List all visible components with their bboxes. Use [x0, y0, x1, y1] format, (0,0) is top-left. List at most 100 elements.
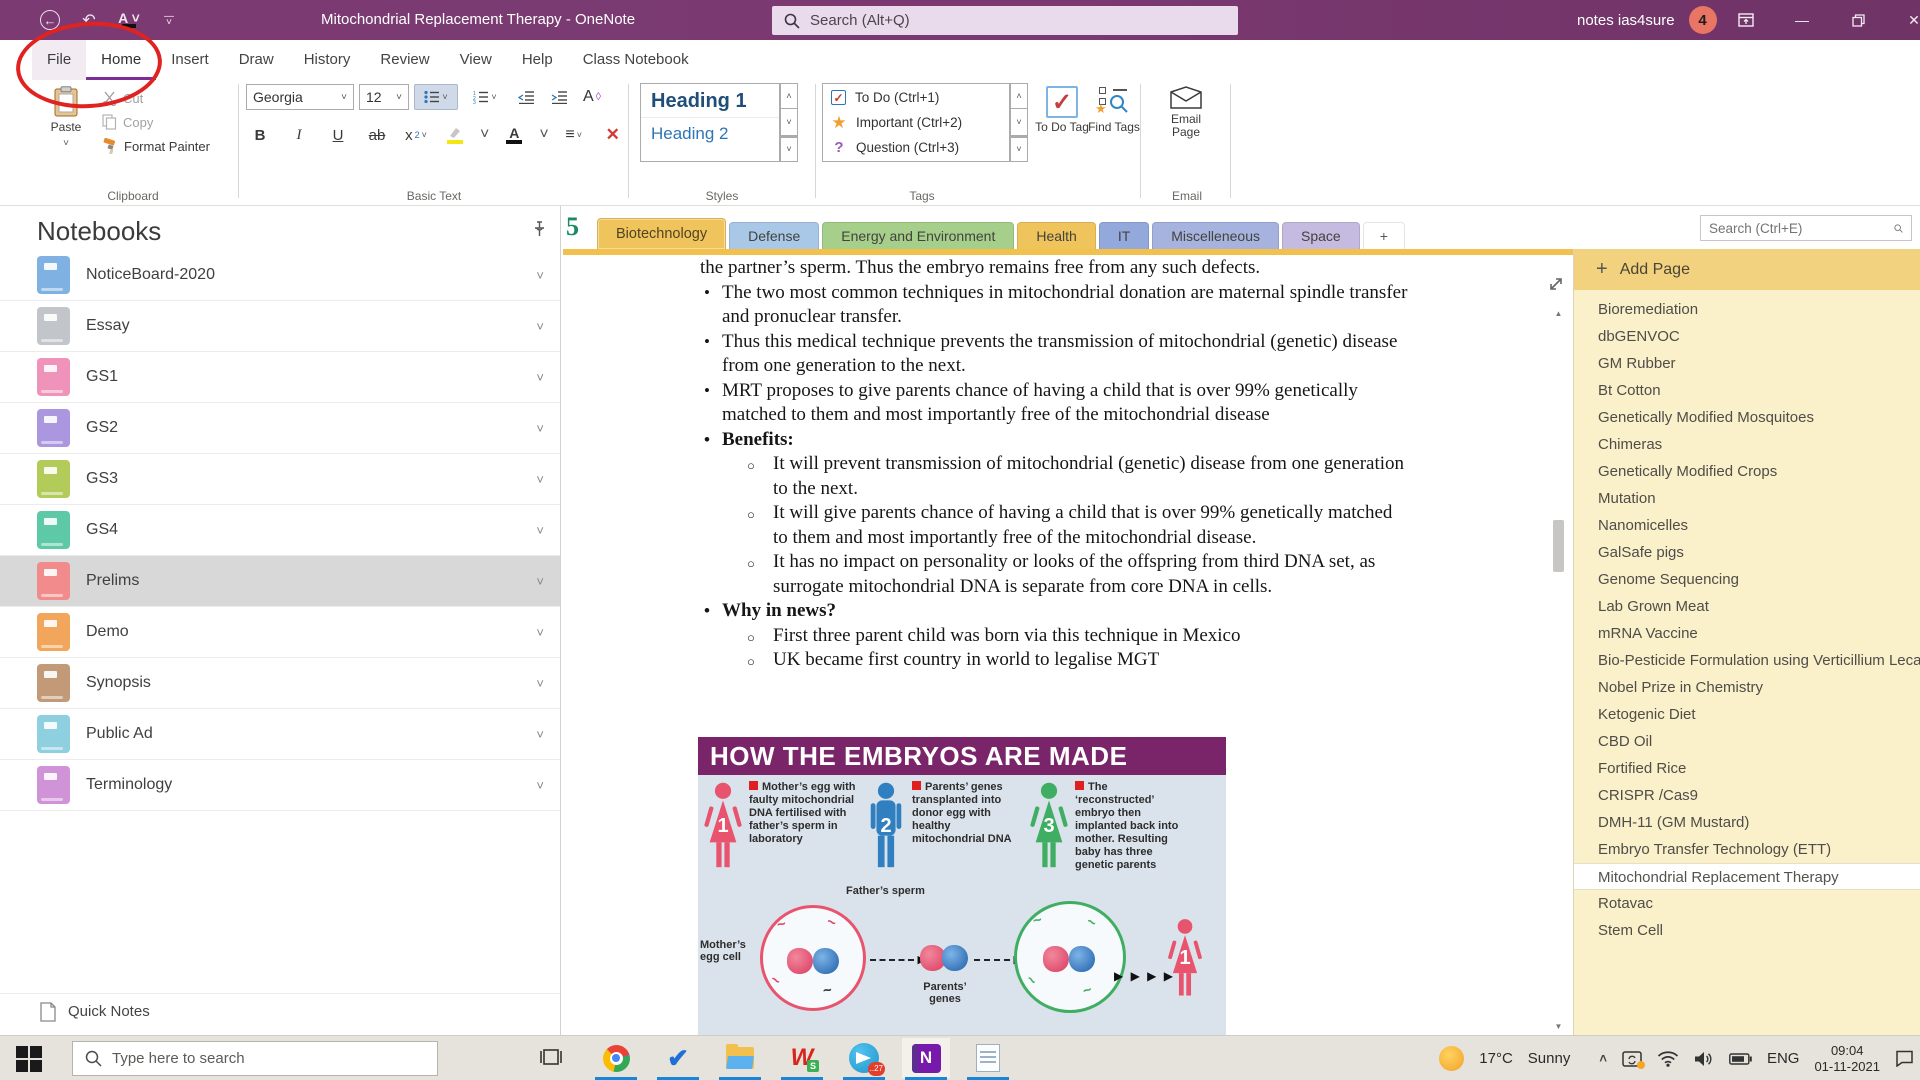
section-tab-defense[interactable]: Defense [729, 222, 819, 249]
notebook-item-public-ad[interactable]: Public Ad˅ [0, 709, 560, 760]
section-tab-biotechnology[interactable]: Biotechnology [597, 218, 726, 249]
pin-icon[interactable] [530, 220, 548, 238]
telegram-icon[interactable]: ..27 [840, 1038, 888, 1078]
page-list-item-bt-cotton[interactable]: Bt Cotton [1574, 377, 1920, 404]
notebook-item-gs2[interactable]: GS2˅ [0, 403, 560, 454]
format-painter-button[interactable]: Format Painter [102, 134, 210, 158]
notebook-item-gs1[interactable]: GS1˅ [0, 352, 560, 403]
page-list-item-bioremediation[interactable]: Bioremediation [1574, 296, 1920, 323]
chevron-down-icon[interactable]: ˅ [536, 319, 544, 334]
clear-formatting-button[interactable]: A◊ [578, 84, 606, 110]
underline-button[interactable]: U [324, 122, 352, 148]
ribbon-tab-home[interactable]: Home [86, 40, 156, 80]
quick-notes-button[interactable]: Quick Notes [0, 993, 560, 1029]
scroll-down-icon[interactable]: ▼ [1551, 1017, 1566, 1035]
numbering-button[interactable]: 123 ˅ [463, 84, 507, 110]
page-list-item-ketogenic-diet[interactable]: Ketogenic Diet [1574, 701, 1920, 728]
page-list-item-dmh-11-gm-mustard[interactable]: DMH-11 (GM Mustard) [1574, 809, 1920, 836]
ribbon-tab-insert[interactable]: Insert [156, 40, 224, 80]
chevron-down-icon[interactable]: ˅ [536, 472, 544, 487]
page-list-item-mutation[interactable]: Mutation [1574, 485, 1920, 512]
section-tab-[interactable]: + [1363, 222, 1405, 249]
page-list-item-stem-cell[interactable]: Stem Cell [1574, 917, 1920, 944]
language-indicator[interactable]: ENG [1767, 1050, 1800, 1067]
font-color-button[interactable]: A [500, 122, 528, 148]
ribbon-tab-history[interactable]: History [289, 40, 366, 80]
heading1-style[interactable]: Heading 1 [641, 84, 779, 117]
tag-row-important[interactable]: ★Important (Ctrl+2) [823, 110, 1009, 135]
heading2-style[interactable]: Heading 2 [641, 117, 779, 144]
section-tab-energy-and-environment[interactable]: Energy and Environment [822, 222, 1014, 249]
notebook-item-demo[interactable]: Demo˅ [0, 607, 560, 658]
section-search[interactable] [1700, 215, 1912, 241]
find-tags-button[interactable]: ★ Find Tags [1086, 80, 1142, 170]
undo-icon[interactable]: ↶ [78, 9, 100, 31]
notebook-item-essay[interactable]: Essay˅ [0, 301, 560, 352]
font-name-select[interactable]: Georgia˅ [246, 84, 354, 110]
tag-row-todo[interactable]: ✓To Do (Ctrl+1) [823, 85, 1009, 110]
page-list-item-crispr-cas9[interactable]: CRISPR /Cas9 [1574, 782, 1920, 809]
subscript-button[interactable]: x2˅ [402, 122, 430, 148]
ribbon-tab-view[interactable]: View [445, 40, 507, 80]
page-list-item-dbgenvoc[interactable]: dbGENVOC [1574, 323, 1920, 350]
strikethrough-button[interactable]: ab [363, 122, 391, 148]
back-icon[interactable]: ← [40, 10, 60, 30]
scroll-up-icon[interactable]: ▲ [1551, 304, 1566, 322]
speaker-icon[interactable] [1694, 1051, 1714, 1067]
start-button[interactable] [14, 1045, 44, 1073]
copy-button[interactable]: Copy [102, 110, 153, 134]
weather-condition[interactable]: Sunny [1528, 1050, 1571, 1067]
delete-button[interactable]: ✕ [599, 122, 627, 148]
customize-qat-icon[interactable]: —˅ [158, 9, 180, 31]
scrollbar-thumb[interactable] [1553, 520, 1564, 572]
section-tab-health[interactable]: Health [1017, 222, 1095, 249]
todo-app-icon[interactable]: ✔ [654, 1038, 702, 1078]
ribbon-tab-help[interactable]: Help [507, 40, 568, 80]
section-tab-space[interactable]: Space [1282, 222, 1360, 249]
page-list-item-genetically-modified-crops[interactable]: Genetically Modified Crops [1574, 458, 1920, 485]
taskbar-search[interactable] [72, 1041, 438, 1076]
notebook-item-synopsis[interactable]: Synopsis˅ [0, 658, 560, 709]
page-list-item-genome-sequencing[interactable]: Genome Sequencing [1574, 566, 1920, 593]
notebook-item-gs3[interactable]: GS3˅ [0, 454, 560, 505]
page-list-item-embryo-transfer-technology-ett[interactable]: Embryo Transfer Technology (ETT) [1574, 836, 1920, 863]
ribbon-tab-draw[interactable]: Draw [224, 40, 289, 80]
chevron-down-icon[interactable]: ˅ [536, 370, 544, 385]
ribbon-tab-file[interactable]: File [32, 40, 86, 80]
add-page-button[interactable]: + Add Page [1574, 249, 1920, 290]
page-list-item-mitochondrial-replacement-therapy[interactable]: Mitochondrial Replacement Therapy [1574, 863, 1920, 890]
italic-button[interactable]: I [285, 122, 313, 148]
restore-button[interactable] [1847, 9, 1869, 31]
cut-button[interactable]: Cut [102, 86, 143, 110]
page-list-item-nanomicelles[interactable]: Nanomicelles [1574, 512, 1920, 539]
chevron-down-icon[interactable]: ˅ [536, 574, 544, 589]
page-list-item-gm-rubber[interactable]: GM Rubber [1574, 350, 1920, 377]
wps-office-icon[interactable]: WS [778, 1038, 826, 1078]
battery-icon[interactable] [1729, 1053, 1752, 1065]
file-explorer-icon[interactable] [716, 1038, 764, 1078]
embryo-infographic-image[interactable]: HOW THE EMBRYOS ARE MADE 1Mother’s egg w… [698, 737, 1226, 1035]
chrome-icon[interactable] [592, 1038, 640, 1078]
increase-indent-button[interactable] [545, 84, 573, 110]
chevron-down-icon[interactable]: ˅ [536, 676, 544, 691]
styles-scroll[interactable]: ˄˅˅ [780, 83, 798, 162]
page-list-item-rotavac[interactable]: Rotavac [1574, 890, 1920, 917]
account-area[interactable]: notes ias4sure 4 [1577, 0, 1717, 40]
wifi-icon[interactable] [1657, 1050, 1679, 1067]
ribbon-tab-class-notebook[interactable]: Class Notebook [568, 40, 704, 80]
page-list-item-bio-pesticide-formulation-using-verticillium-lecan[interactable]: Bio-Pesticide Formulation using Verticil… [1574, 647, 1920, 674]
tag-row-question[interactable]: ?Question (Ctrl+3) [823, 135, 1009, 160]
ribbon-display-options-icon[interactable] [1735, 9, 1757, 31]
full-page-view-icon[interactable] [1547, 275, 1565, 293]
notebook-item-terminology[interactable]: Terminology˅ [0, 760, 560, 811]
page-list-item-galsafe-pigs[interactable]: GalSafe pigs [1574, 539, 1920, 566]
section-tab-it[interactable]: IT [1099, 222, 1149, 249]
tags-scroll[interactable]: ˄˅˅ [1010, 83, 1028, 162]
decrease-indent-button[interactable] [512, 84, 540, 110]
notification-badge[interactable]: 4 [1689, 6, 1717, 34]
bullets-button[interactable]: ˅ [414, 84, 458, 110]
page-list-item-chimeras[interactable]: Chimeras [1574, 431, 1920, 458]
close-button[interactable]: ✕ [1903, 9, 1920, 31]
minimize-button[interactable]: — [1791, 9, 1813, 31]
page-list-item-fortified-rice[interactable]: Fortified Rice [1574, 755, 1920, 782]
